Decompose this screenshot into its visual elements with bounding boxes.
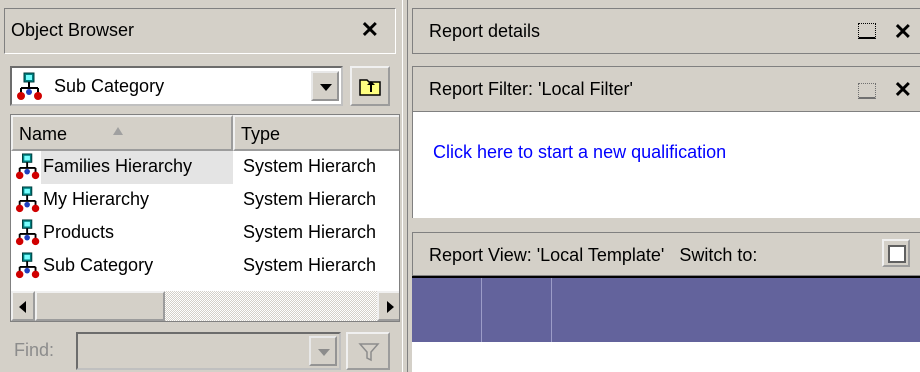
minimize-icon[interactable] — [858, 23, 876, 39]
report-details-title: Report details — [429, 21, 541, 41]
sort-ascending-icon — [113, 127, 123, 135]
list-item-type: System Hierarch — [243, 156, 377, 176]
list-item-type: System Hierarch — [243, 255, 377, 275]
report-grid-body — [412, 342, 920, 372]
switch-view-button[interactable] — [882, 239, 910, 267]
grid-header-cell[interactable] — [482, 278, 552, 344]
hierarchy-icon — [15, 251, 43, 286]
object-browser-panel: Object Browser ✕ Sub Category Name Type … — [0, 0, 400, 372]
column-header-name[interactable]: Name — [11, 115, 233, 151]
new-qualification-link[interactable]: Click here to start a new qualification — [433, 142, 726, 163]
report-view-title-text: Report View: 'Local Template' — [429, 245, 665, 265]
chevron-down-icon[interactable] — [311, 71, 339, 101]
find-input[interactable] — [76, 332, 341, 370]
list-item[interactable]: My Hierarchy System Hierarch — [11, 184, 399, 220]
report-view-titlebar: Report View: 'Local Template' Switch to: — [412, 232, 920, 276]
list-header: Name Type — [11, 115, 399, 151]
list-item-type: System Hierarch — [243, 189, 377, 209]
find-label: Find: — [14, 340, 55, 360]
list-item-name: Families Hierarchy — [43, 156, 193, 176]
up-folder-button[interactable] — [350, 66, 390, 106]
report-filter-title: Report Filter: 'Local Filter' — [429, 79, 633, 99]
close-icon[interactable]: ✕ — [361, 19, 379, 41]
list-item-name: Sub Category — [43, 255, 154, 275]
hierarchy-icon — [15, 152, 43, 187]
grid-header-cell[interactable] — [412, 278, 482, 344]
scroll-right-icon[interactable] — [377, 291, 399, 321]
chevron-down-icon[interactable] — [309, 336, 337, 366]
report-filter-body: Click here to start a new qualification — [412, 112, 920, 218]
hierarchy-selector-combo[interactable]: Sub Category — [10, 66, 343, 106]
list-item[interactable]: Families Hierarchy System Hierarch — [11, 151, 399, 187]
horizontal-scrollbar[interactable] — [11, 291, 399, 321]
hierarchy-icon — [16, 72, 46, 107]
column-header-name-label: Name — [19, 124, 68, 144]
report-details-titlebar: Report details ✕ — [412, 8, 920, 54]
minimize-icon[interactable] — [858, 83, 876, 99]
switch-to-label: Switch to: — [679, 245, 758, 265]
report-grid-header — [412, 276, 920, 344]
list-item-type: System Hierarch — [243, 222, 377, 242]
hierarchy-icon — [15, 185, 43, 220]
object-browser-titlebar: Object Browser ✕ — [4, 8, 396, 54]
panel-splitter[interactable] — [402, 0, 408, 372]
column-header-type[interactable]: Type — [233, 115, 399, 151]
scrollbar-thumb[interactable] — [35, 291, 165, 321]
scroll-left-icon[interactable] — [11, 291, 35, 321]
report-view-title: Report View: 'Local Template' Switch to: — [429, 245, 757, 266]
list-item-name: My Hierarchy — [43, 189, 150, 209]
close-icon[interactable]: ✕ — [894, 21, 912, 43]
hierarchy-selector-value: Sub Category — [54, 76, 165, 96]
list-item-name: Products — [43, 222, 115, 242]
hierarchy-icon — [15, 218, 43, 253]
list-item[interactable]: Sub Category System Hierarch — [11, 250, 399, 286]
column-header-type-label: Type — [241, 124, 281, 144]
filter-button[interactable] — [346, 332, 390, 370]
report-filter-titlebar: Report Filter: 'Local Filter' ✕ — [412, 66, 920, 112]
close-icon[interactable]: ✕ — [894, 79, 912, 101]
list-item[interactable]: Products System Hierarch — [11, 217, 399, 253]
object-list: Name Type Families Hierarchy System Hier… — [10, 114, 400, 322]
object-browser-title: Object Browser — [11, 20, 135, 40]
